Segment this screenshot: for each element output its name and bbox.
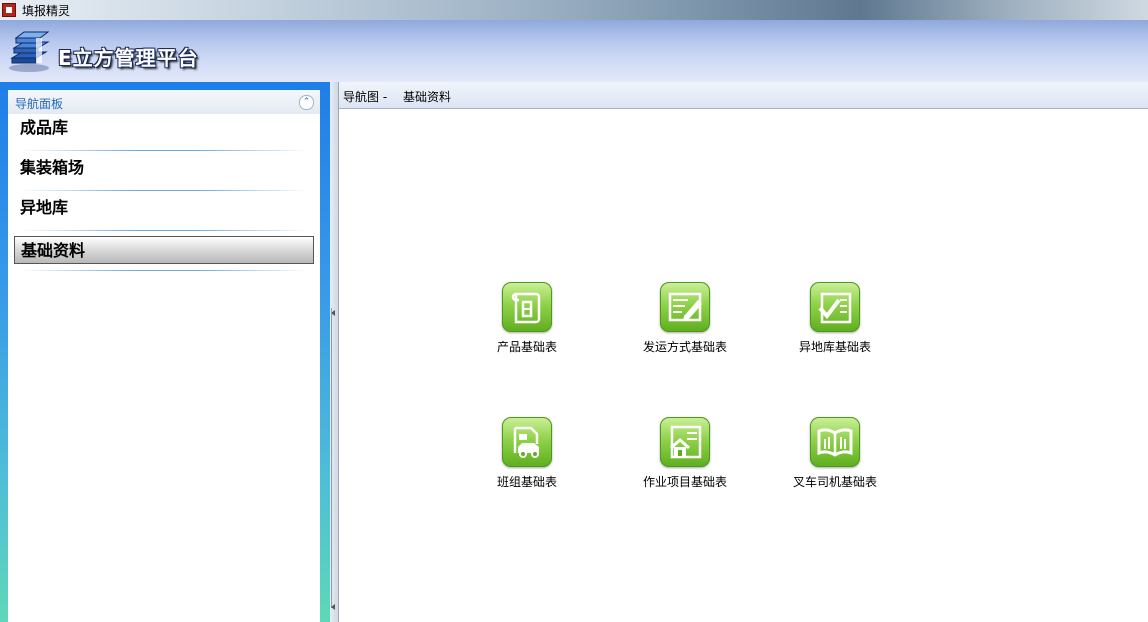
document-list-icon [502,282,552,332]
books-logo-icon [9,31,50,72]
header-banner: E立方管理平台 [0,20,1148,82]
window-title: 填报精灵 [22,4,71,18]
sidebar-item-container-yard[interactable]: 集装箱场 [14,154,314,182]
tile-label: 叉车司机基础表 [792,475,877,489]
sidebar-item-remote-warehouse[interactable]: 异地库 [14,194,314,222]
navigation-panel-header: 导航面板 ⌃ [8,90,320,114]
breadcrumb: 导航图 - 基础资料 [339,82,1148,109]
nav-divider [20,150,310,151]
window-title-bar: 填报精灵 [0,0,1148,20]
breadcrumb-current: 基础资料 [403,90,452,104]
splitter-arrow-icon [331,604,335,610]
navigation-panel: 导航面板 ⌃ 成品库 集装箱场 异地库 基础资料 [8,90,320,622]
tile-label: 发运方式基础表 [642,340,727,354]
sidebar-item-basic-data[interactable]: 基础资料 [14,236,314,264]
house-list-icon [660,417,710,467]
tile-label: 产品基础表 [496,340,557,354]
navigation-panel-title: 导航面板 [15,97,64,111]
tile-forklift-driver-table[interactable]: 叉车司机基础表 [775,417,895,497]
breadcrumb-root[interactable]: 导航图 - [343,88,387,105]
tile-product-table[interactable]: 产品基础表 [467,282,587,362]
nav-divider [20,230,310,231]
sidebar-frame: 导航面板 ⌃ 成品库 集装箱场 异地库 基础资料 [0,82,330,622]
nav-divider [20,190,310,191]
tile-work-item-table[interactable]: 作业项目基础表 [625,417,745,497]
tile-shipping-method-table[interactable]: 发运方式基础表 [625,282,745,362]
open-book-icon [810,417,860,467]
tile-remote-warehouse-table[interactable]: 异地库基础表 [775,282,895,362]
edit-notes-icon [660,282,710,332]
app-icon [2,3,16,17]
brand-title: E立方管理平台 [58,46,199,70]
nav-divider [20,270,310,271]
vehicle-document-icon [502,417,552,467]
tile-team-table[interactable]: 班组基础表 [467,417,587,497]
checklist-icon [810,282,860,332]
panel-splitter[interactable] [330,82,339,622]
sidebar-item-finished-goods[interactable]: 成品库 [14,114,314,142]
tile-label: 异地库基础表 [798,340,871,354]
tile-label: 班组基础表 [496,475,557,489]
main-content: 导航图 - 基础资料 产品基础表 发运方式基础表 异地库基础表 班组基础表 作业… [338,82,1148,622]
collapse-chevron-up-icon[interactable]: ⌃ [299,95,314,110]
tile-label: 作业项目基础表 [642,475,727,489]
